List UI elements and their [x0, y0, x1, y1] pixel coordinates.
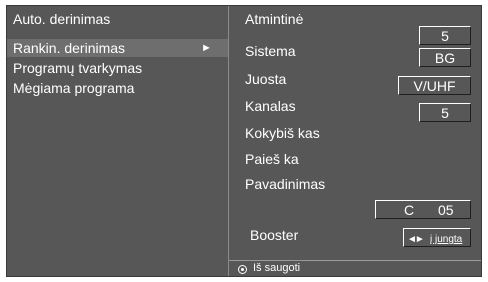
channel-label: Kanalas	[245, 98, 296, 114]
menu-item-favourite-program[interactable]: Mėgiama programa	[13, 79, 134, 97]
left-right-arrows-icon: ◄►	[407, 234, 425, 245]
band-value-field[interactable]: V/UHF	[398, 76, 471, 95]
channel-value-field[interactable]: 5	[419, 103, 471, 122]
menu-item-auto-tuning[interactable]: Auto. derinimas	[13, 10, 110, 28]
band-label: Juosta	[245, 71, 287, 87]
menu-item-label: Mėgiama programa	[13, 80, 135, 96]
menu-item-label: Rankin. derinimas	[13, 40, 126, 56]
menu-item-label: Programų tvarkymas	[13, 60, 143, 76]
system-value-field[interactable]: BG	[419, 48, 471, 67]
chevron-right-icon: ►	[201, 42, 212, 54]
search-label: Paieš ka	[245, 151, 299, 167]
main-menu-panel: Auto. derinimas Rankin. derinimas ► Prog…	[7, 6, 229, 276]
tv-menu-screen: Auto. derinimas Rankin. derinimas ► Prog…	[6, 5, 482, 277]
memory-value-field[interactable]: 5	[419, 26, 471, 45]
name-value-field[interactable]: C 05	[375, 200, 471, 219]
booster-label: Booster	[250, 227, 299, 243]
quality-label: Kokybiš kas	[245, 125, 320, 141]
memory-label: Atmintinė	[245, 11, 304, 27]
name-label: Pavadinimas	[245, 176, 326, 192]
booster-value: į jungta	[430, 234, 463, 245]
name-value-number: 05	[438, 202, 454, 218]
booster-toggle[interactable]: ◄► į jungta	[403, 228, 471, 247]
radio-selected-icon	[238, 265, 247, 274]
menu-item-label: Auto. derinimas	[13, 11, 111, 27]
save-label[interactable]: Iš saugoti	[253, 262, 300, 274]
name-value-letter: C	[404, 202, 415, 218]
menu-item-program-edit[interactable]: Programų tvarkymas	[13, 59, 142, 77]
system-label: Sistema	[245, 43, 296, 59]
menu-item-manual-tuning[interactable]: Rankin. derinimas ►	[7, 39, 228, 57]
footer-bar: Iš saugoti	[229, 260, 481, 277]
